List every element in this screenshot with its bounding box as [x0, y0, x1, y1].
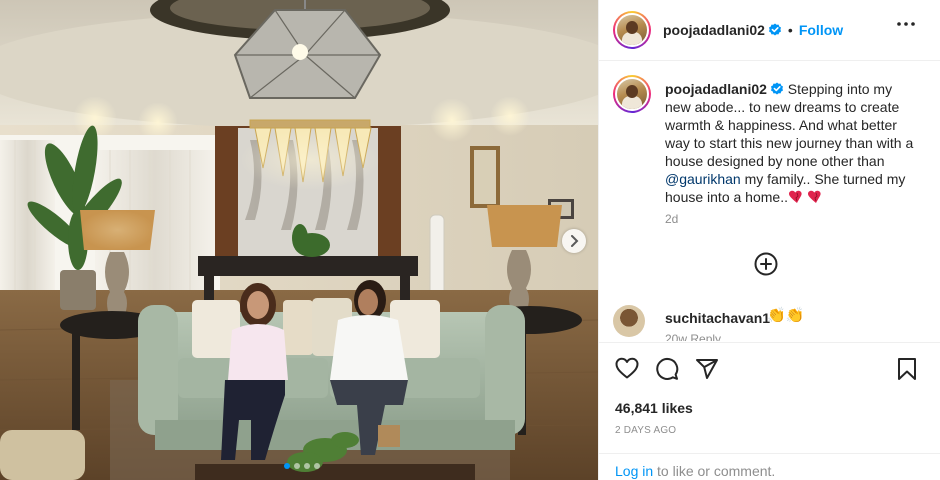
mention-link[interactable]: @gaurikhan: [665, 171, 741, 187]
commenter-avatar[interactable]: [613, 305, 645, 337]
bookmark-icon[interactable]: [897, 357, 917, 381]
login-prompt-text: Log in to like or comment.: [615, 463, 775, 479]
login-prompt-rest: to like or comment.: [653, 463, 776, 479]
heart-outline-icon[interactable]: [615, 357, 639, 379]
comment-meta: 20w Reply: [665, 332, 722, 341]
more-options-icon[interactable]: [897, 22, 915, 26]
heart-emoji-icon: [807, 190, 821, 203]
post-header: poojadadlani02 • Follow: [599, 0, 940, 61]
post-sidebar: poojadadlani02 • Follow poojadadlani02 S…: [598, 0, 940, 480]
caption-author-avatar[interactable]: [613, 75, 651, 113]
login-link[interactable]: Log in: [615, 463, 653, 479]
post-caption: poojadadlani02 Stepping into my new abod…: [665, 80, 917, 206]
author-avatar[interactable]: [613, 11, 651, 49]
comment-text: 👏👏: [767, 307, 805, 324]
carousel-dot: [304, 463, 310, 469]
add-comment-circle-icon[interactable]: [754, 252, 778, 276]
comment-bubble-icon[interactable]: [655, 357, 679, 381]
verified-badge-icon: [770, 82, 783, 95]
carousel-dots: [284, 463, 320, 469]
post-actions: 46,841 likes 2 DAYS AGO Log in to like o…: [599, 342, 940, 480]
carousel-dot: [314, 463, 320, 469]
heart-emojis: [788, 190, 825, 204]
carousel-dot-active: [284, 463, 290, 469]
caption-username[interactable]: poojadadlani02: [665, 81, 767, 97]
post-photo[interactable]: [0, 0, 598, 480]
author-name-row: poojadadlani02 • Follow: [663, 22, 843, 38]
carousel-dot: [294, 463, 300, 469]
chevron-right-icon: [571, 235, 579, 247]
commenter-username[interactable]: suchitachavan1: [665, 310, 770, 326]
heart-emoji-icon: [788, 190, 802, 203]
login-prompt: Log in to like or comment.: [599, 453, 940, 480]
separator-dot: •: [787, 22, 793, 38]
author-username[interactable]: poojadadlani02: [663, 22, 765, 38]
comments-section[interactable]: poojadadlani02 Stepping into my new abod…: [599, 61, 940, 341]
caption-timestamp[interactable]: 2d: [665, 212, 678, 226]
next-slide-button[interactable]: [562, 229, 586, 253]
paper-plane-icon[interactable]: [695, 357, 719, 381]
verified-badge-icon: [768, 23, 781, 36]
post-date[interactable]: 2 DAYS AGO: [615, 425, 676, 436]
living-room-photo: [0, 0, 598, 480]
follow-button[interactable]: Follow: [799, 22, 843, 38]
likes-count[interactable]: 46,841 likes: [615, 400, 693, 416]
